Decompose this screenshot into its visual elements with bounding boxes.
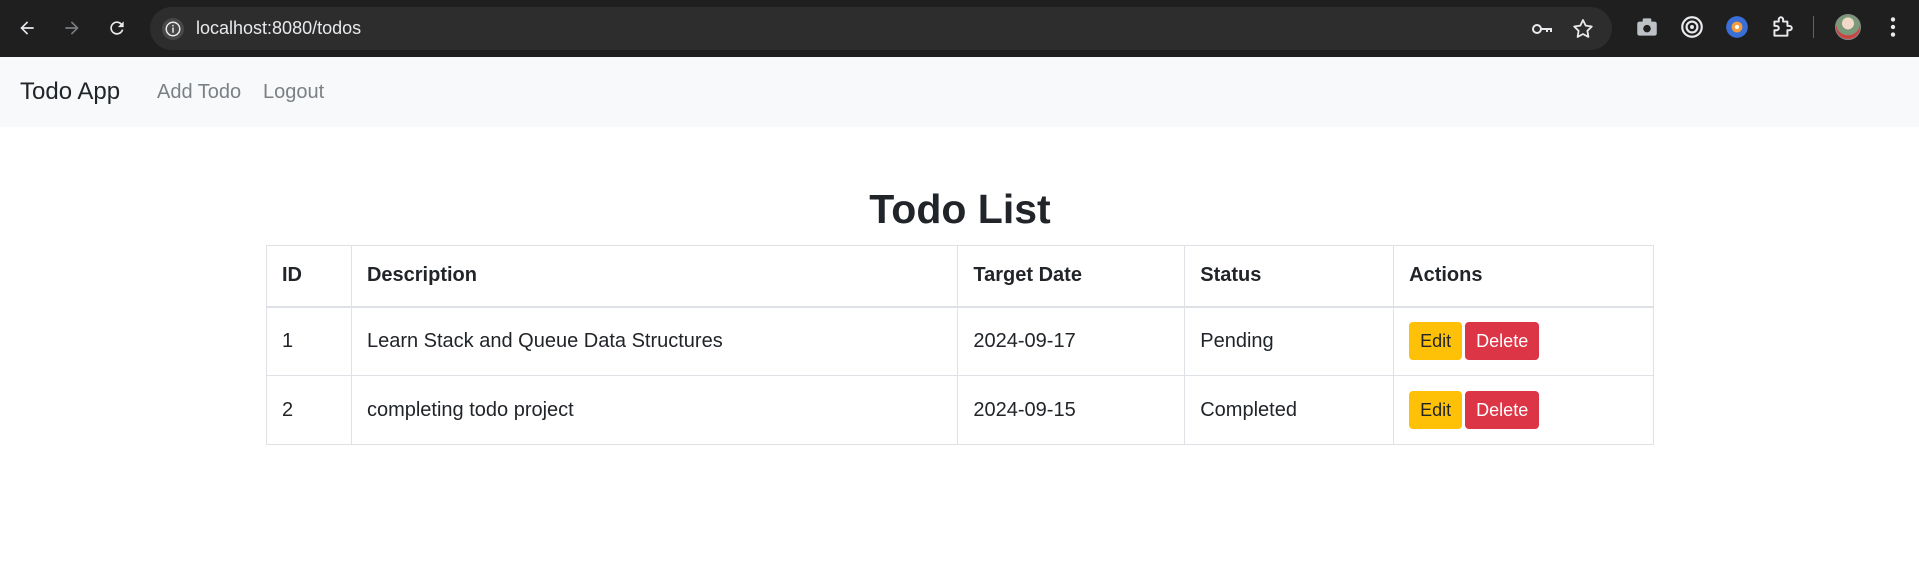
toolbar-divider xyxy=(1813,16,1814,38)
cell-status: Completed xyxy=(1184,375,1395,445)
extension-badge-icon[interactable] xyxy=(1724,14,1750,40)
cell-target-date: 2024-09-17 xyxy=(957,306,1186,376)
delete-button[interactable]: Delete xyxy=(1465,391,1540,429)
delete-button[interactable]: Delete xyxy=(1465,322,1540,361)
column-header-target-date: Target Date xyxy=(957,245,1186,308)
browser-toolbar: localhost:8080/todos xyxy=(0,0,1919,57)
cell-actions: Edit Delete xyxy=(1393,375,1654,445)
brand-link[interactable]: Todo App xyxy=(20,57,120,127)
cell-target-date: 2024-09-15 xyxy=(957,375,1186,445)
puzzle-icon[interactable] xyxy=(1769,14,1795,40)
todo-table: ID Description Target Date Status Action… xyxy=(266,245,1654,445)
cell-description: Learn Stack and Queue Data Structures xyxy=(350,306,959,376)
cell-status: Pending xyxy=(1184,306,1395,376)
address-bar[interactable]: localhost:8080/todos xyxy=(150,7,1612,50)
cell-id: 1 xyxy=(266,306,352,376)
reload-icon xyxy=(110,21,124,35)
profile-avatar[interactable] xyxy=(1835,14,1861,40)
edit-button[interactable]: Edit xyxy=(1409,322,1463,361)
table-row: 2 completing todo project 2024-09-15 Com… xyxy=(266,375,1654,445)
back-button[interactable] xyxy=(10,11,44,45)
star-icon[interactable] xyxy=(1571,17,1595,41)
site-info-button[interactable] xyxy=(162,18,184,40)
cell-id: 2 xyxy=(266,375,352,445)
kebab-menu-icon[interactable] xyxy=(1880,14,1906,40)
reload-button[interactable] xyxy=(100,11,134,45)
forward-button[interactable] xyxy=(55,11,89,45)
column-header-description: Description xyxy=(350,245,959,308)
cell-actions: Edit Delete xyxy=(1393,306,1654,376)
arrow-right-icon xyxy=(65,21,79,35)
table-row: 1 Learn Stack and Queue Data Structures … xyxy=(266,306,1654,376)
nav-logout[interactable]: Logout xyxy=(263,57,324,127)
cell-description: completing todo project xyxy=(350,375,959,445)
nav-add-todo[interactable]: Add Todo xyxy=(157,57,241,127)
url-text[interactable]: localhost:8080/todos xyxy=(196,7,361,50)
camera-icon[interactable] xyxy=(1634,14,1660,40)
arrow-left-icon xyxy=(20,21,34,35)
edit-button[interactable]: Edit xyxy=(1409,391,1463,429)
column-header-id: ID xyxy=(266,245,352,308)
key-icon[interactable] xyxy=(1530,17,1554,41)
target-icon[interactable] xyxy=(1679,14,1705,40)
page-title: Todo List xyxy=(869,186,1051,232)
column-header-actions: Actions xyxy=(1393,245,1654,308)
table-header-row: ID Description Target Date Status Action… xyxy=(266,245,1654,308)
column-header-status: Status xyxy=(1184,245,1395,308)
info-icon xyxy=(165,21,181,37)
app-navbar: Todo App Add Todo Logout xyxy=(0,57,1919,127)
